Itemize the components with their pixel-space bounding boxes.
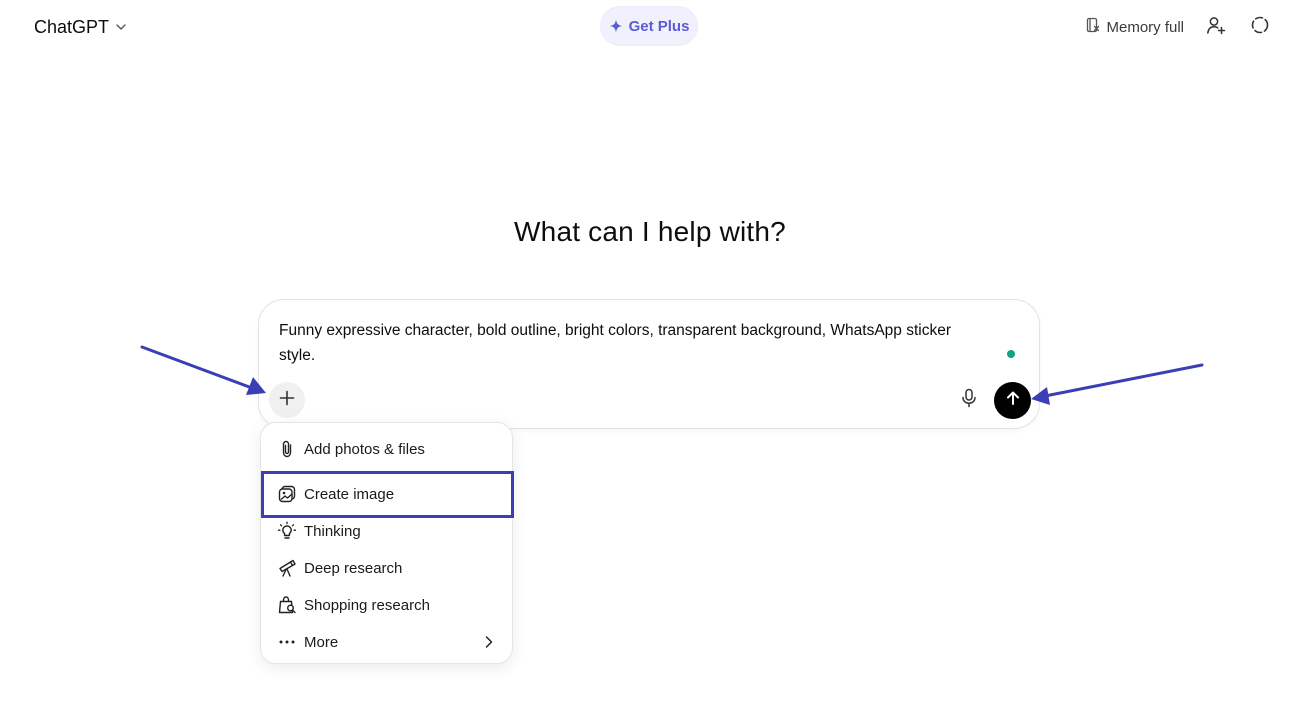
menu-item-create-image[interactable]: Create image bbox=[261, 476, 512, 512]
dashed-circle-icon bbox=[1250, 15, 1270, 40]
chatgpt-app: ChatGPT Get Plus Memory full What can I … bbox=[0, 0, 1300, 714]
annotation-arrow-left bbox=[140, 345, 266, 395]
menu-item-label: Add photos & files bbox=[304, 440, 425, 458]
add-user-icon bbox=[1206, 15, 1226, 40]
send-button[interactable] bbox=[994, 382, 1031, 419]
chevron-down-icon bbox=[115, 21, 127, 33]
chevron-right-icon bbox=[482, 635, 496, 649]
attach-plus-button[interactable] bbox=[269, 382, 305, 418]
prompt-line-2: style. bbox=[279, 347, 316, 364]
menu-item-add-photos-files[interactable]: Add photos & files bbox=[261, 431, 512, 467]
menu-item-thinking[interactable]: Thinking bbox=[261, 513, 512, 549]
telescope-icon bbox=[277, 558, 297, 578]
menu-item-label: Shopping research bbox=[304, 596, 430, 614]
microphone-icon bbox=[960, 388, 978, 413]
annotation-arrow-right bbox=[1031, 363, 1204, 405]
prompt-composer: Funny expressive character, bold outline… bbox=[258, 299, 1040, 429]
model-name: ChatGPT bbox=[34, 16, 110, 37]
memory-label: Memory full bbox=[1106, 18, 1184, 36]
sparkle-icon bbox=[609, 19, 623, 33]
ellipsis-icon bbox=[277, 632, 297, 652]
get-plus-label: Get Plus bbox=[628, 17, 690, 35]
menu-item-shopping-research[interactable]: Shopping research bbox=[261, 587, 512, 623]
menu-item-label: Create image bbox=[304, 485, 395, 503]
add-user-button[interactable] bbox=[1204, 15, 1228, 39]
prompt-line-1: Funny expressive character, bold outline… bbox=[279, 322, 952, 339]
temporary-chat-button[interactable] bbox=[1248, 15, 1272, 39]
image-create-icon bbox=[277, 484, 297, 504]
status-dot bbox=[1007, 350, 1015, 358]
memory-icon bbox=[1086, 17, 1100, 37]
dictate-button[interactable] bbox=[957, 388, 981, 412]
paperclip-icon bbox=[277, 439, 297, 459]
plus-icon bbox=[278, 389, 296, 412]
page-heading: What can I help with? bbox=[514, 216, 786, 247]
memory-full-button[interactable]: Memory full bbox=[1086, 17, 1184, 37]
attach-menu: Add photos & files Create image Thinking… bbox=[260, 422, 513, 664]
shopping-bag-icon bbox=[277, 595, 297, 615]
menu-item-label: Thinking bbox=[304, 522, 361, 540]
get-plus-button[interactable]: Get Plus bbox=[601, 7, 697, 45]
menu-item-more[interactable]: More bbox=[261, 624, 512, 660]
menu-item-label: More bbox=[304, 633, 339, 651]
lightbulb-icon bbox=[277, 521, 297, 541]
arrow-up-icon bbox=[1004, 389, 1022, 412]
menu-item-deep-research[interactable]: Deep research bbox=[261, 550, 512, 586]
model-picker[interactable]: ChatGPT bbox=[26, 12, 135, 42]
menu-item-label: Deep research bbox=[304, 559, 403, 577]
prompt-input[interactable]: Funny expressive character, bold outline… bbox=[279, 318, 991, 368]
top-right-actions: Memory full bbox=[1086, 12, 1272, 42]
